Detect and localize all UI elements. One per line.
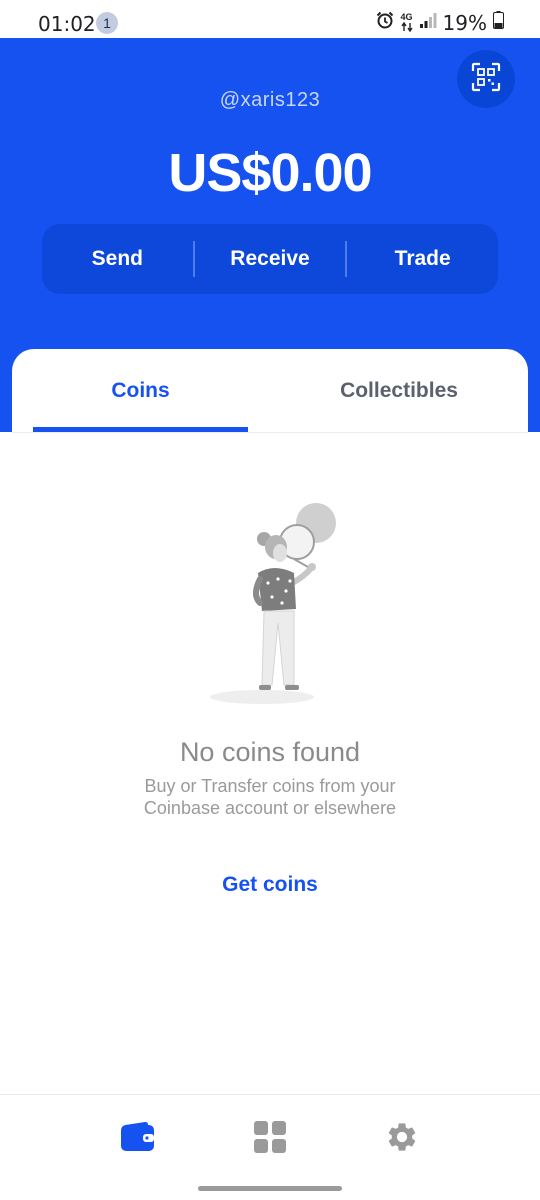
asset-tabs: Coins Collectibles <box>12 349 528 433</box>
tab-coins[interactable]: Coins <box>33 379 248 403</box>
empty-state-subtitle: Buy or Transfer coins from your Coinbase… <box>143 776 397 818</box>
empty-state-illustration <box>204 499 344 709</box>
get-coins-link[interactable]: Get coins <box>12 873 528 897</box>
trade-button[interactable]: Trade <box>347 247 498 271</box>
empty-state-title: No coins found <box>179 737 361 767</box>
receive-button[interactable]: Receive <box>195 247 346 271</box>
tab-collectibles[interactable]: Collectibles <box>282 379 516 403</box>
status-time: 01:02 <box>38 12 96 36</box>
battery-icon <box>493 11 504 34</box>
nav-apps[interactable] <box>250 1119 290 1159</box>
nav-wallet[interactable] <box>118 1119 158 1159</box>
wallet-balance: US$0.00 <box>168 143 372 203</box>
status-indicators: 4G 19% <box>375 10 504 35</box>
network-type-label: 4G <box>400 12 413 22</box>
username: @xaris123 <box>219 89 321 111</box>
assets-card: Coins Collectibles No coins found Buy or… <box>12 349 528 1109</box>
bottom-navigation <box>0 1094 540 1200</box>
action-bar: Send Receive Trade <box>42 224 498 294</box>
active-tab-indicator <box>33 427 248 432</box>
notification-count-badge: 1 <box>96 12 118 34</box>
nav-settings[interactable] <box>382 1119 422 1159</box>
apps-grid-icon <box>253 1120 287 1159</box>
wallet-icon <box>120 1121 156 1158</box>
alarm-icon <box>375 10 395 35</box>
settings-gear-icon <box>385 1120 419 1159</box>
network-4g-icon: 4G <box>401 13 413 32</box>
signal-strength-icon <box>419 11 437 34</box>
battery-percent: 19% <box>442 10 487 35</box>
home-indicator[interactable] <box>198 1186 342 1191</box>
send-button[interactable]: Send <box>42 247 193 271</box>
